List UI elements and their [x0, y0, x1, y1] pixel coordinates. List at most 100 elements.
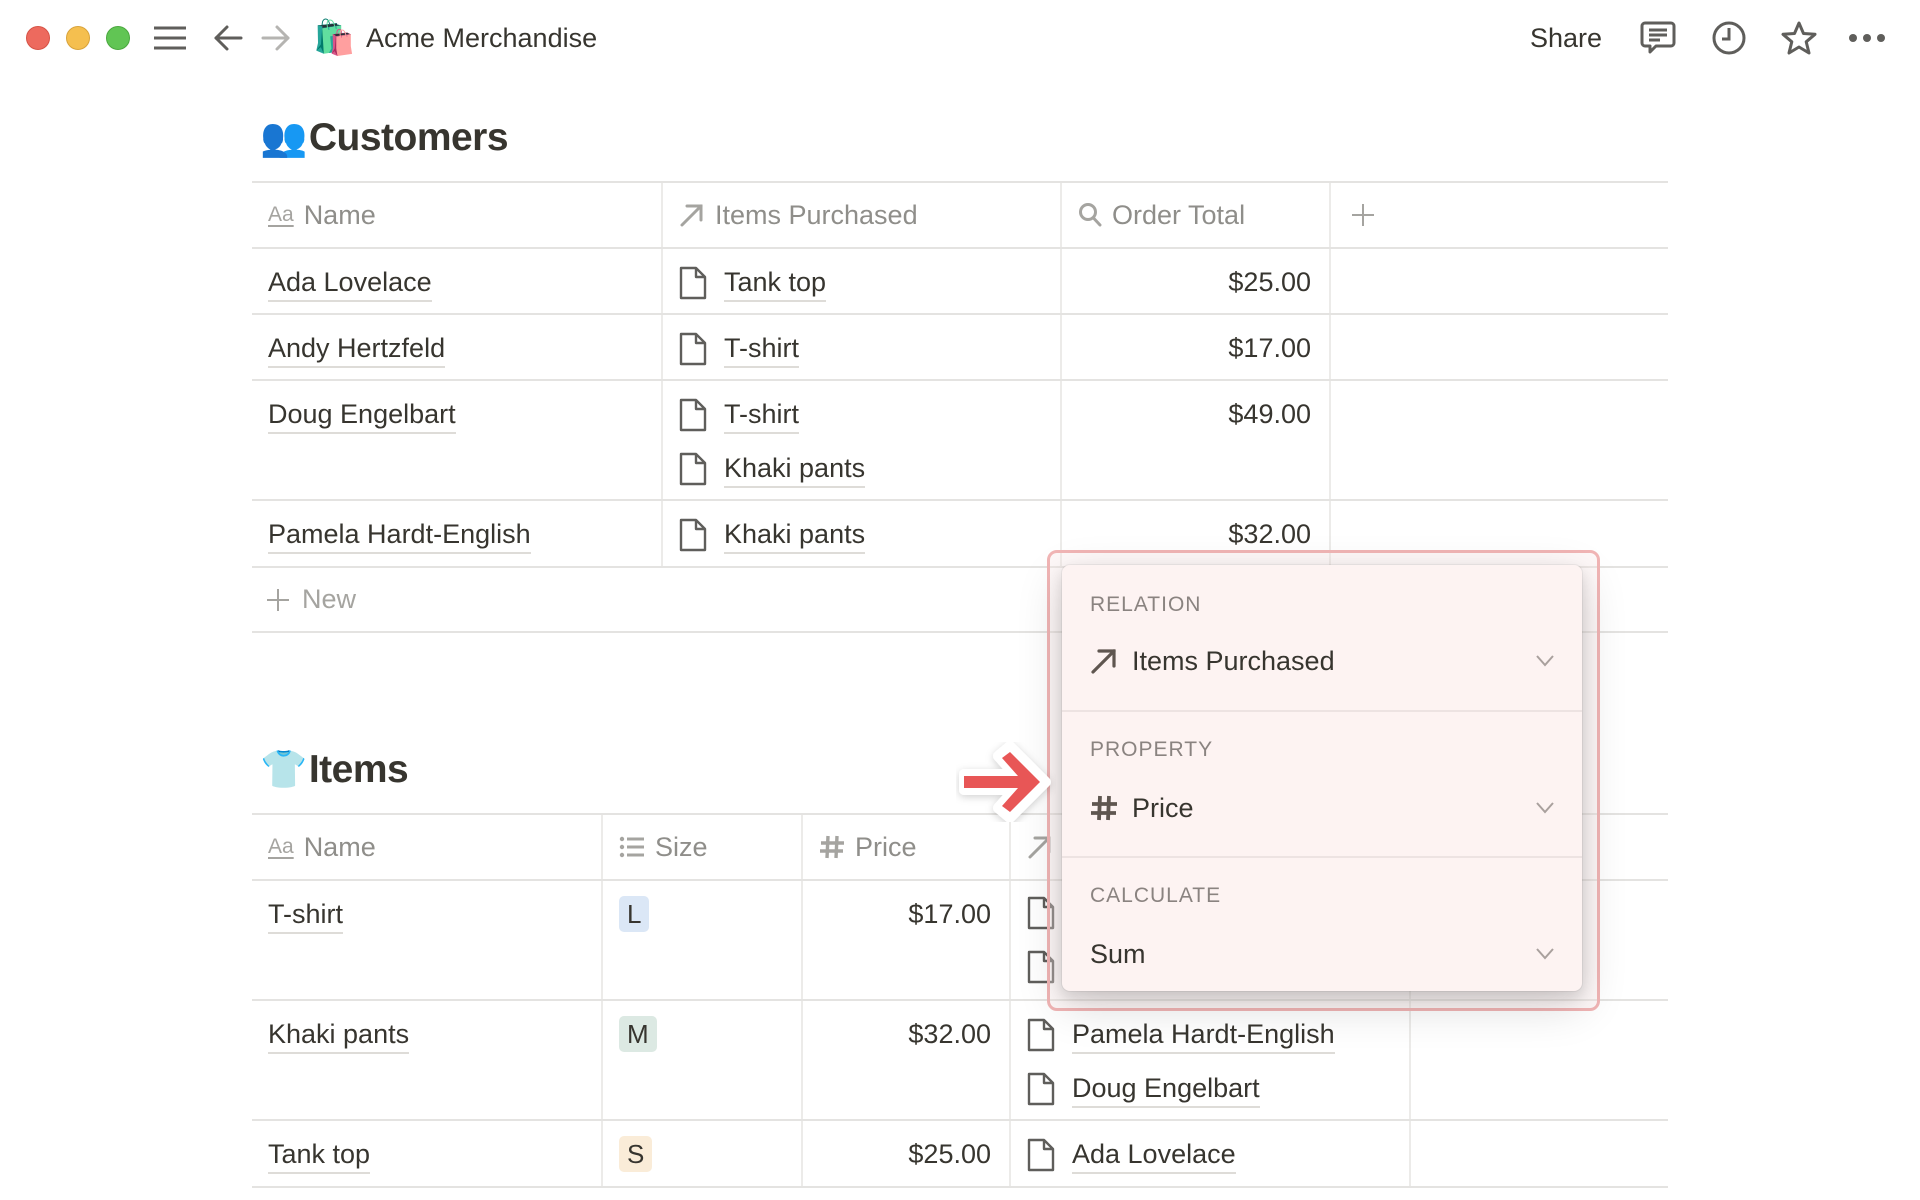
property-select[interactable]: Price [1090, 790, 1554, 826]
column-label: Items Purchased [715, 199, 918, 230]
relation-item[interactable]: T-shirt [679, 330, 800, 368]
items-purchased-cell[interactable]: T-shirt [663, 315, 1062, 379]
calculate-section: CALCULATE Sum [1062, 856, 1582, 991]
size-cell[interactable]: S [603, 1121, 803, 1186]
star-icon[interactable] [1779, 18, 1819, 58]
relation-arrow-icon [679, 202, 705, 228]
table-row[interactable]: Andy Hertzfeld T-shirt $17.00 [252, 315, 1668, 381]
order-total-value: $17.00 [1228, 333, 1311, 363]
relation-item[interactable]: Khaki pants [679, 516, 866, 554]
page-icon [679, 332, 707, 366]
name-cell[interactable]: T-shirt [252, 881, 603, 999]
name-cell[interactable]: Pamela Hardt-English [252, 501, 663, 566]
items-purchased-cell[interactable]: Tank top [663, 249, 1062, 313]
size-cell[interactable]: M [603, 1001, 803, 1119]
column-header-name[interactable]: Aa Name [252, 815, 603, 879]
page-icon [1027, 1072, 1055, 1106]
more-dots-icon[interactable] [1847, 18, 1887, 58]
relation-item[interactable]: Doug Engelbart [1027, 1070, 1260, 1108]
customers-emoji-icon: 👥 [260, 117, 307, 159]
items-purchased-cell[interactable]: Khaki pants [663, 501, 1062, 566]
close-window-button[interactable] [26, 26, 50, 50]
name-cell[interactable]: Tank top [252, 1121, 603, 1186]
price-cell[interactable]: $32.00 [803, 1001, 1011, 1119]
customers-database-title[interactable]: 👥 Customers [260, 114, 509, 162]
page-icon [679, 398, 707, 432]
forward-arrow-icon[interactable] [258, 20, 294, 56]
relation-item-label: Khaki pants [724, 516, 866, 554]
size-cell[interactable]: L [603, 881, 803, 999]
hamburger-icon[interactable] [150, 20, 190, 56]
price-value: $25.00 [908, 1139, 991, 1169]
price-cell[interactable]: $25.00 [803, 1121, 1011, 1186]
empty-cell[interactable] [1411, 1121, 1668, 1186]
calculate-value: Sum [1090, 939, 1146, 969]
page-icon [1027, 1138, 1055, 1172]
column-label: Name [303, 831, 376, 862]
table-row[interactable]: Doug Engelbart T-shirt Khaki pants $49.0… [252, 381, 1668, 501]
customers-relation-cell[interactable]: Pamela Hardt-English Doug Engelbart [1011, 1001, 1411, 1119]
relation-item[interactable]: T-shirt [679, 396, 800, 434]
page-title-breadcrumb[interactable]: Acme Merchandise [366, 20, 597, 56]
relation-arrow-icon [1090, 647, 1118, 675]
items-database-title[interactable]: 👕 Items [260, 746, 409, 794]
name-cell[interactable]: Khaki pants [252, 1001, 603, 1119]
empty-cell[interactable] [1331, 249, 1668, 313]
property-label: PROPERTY [1090, 738, 1214, 761]
chevron-down-icon[interactable] [1536, 802, 1554, 814]
size-tag: S [619, 1136, 653, 1172]
page-icon[interactable]: 🛍️ [313, 18, 355, 58]
relation-select[interactable]: Items Purchased [1090, 643, 1554, 679]
relation-item[interactable]: Pamela Hardt-English [1027, 1016, 1335, 1054]
calculate-select[interactable]: Sum [1090, 936, 1554, 972]
customers-header-row: Aa Name Items Purchased Order Total [252, 181, 1668, 249]
customer-name[interactable]: Pamela Hardt-English [268, 516, 531, 554]
name-cell[interactable]: Doug Engelbart [252, 381, 663, 499]
table-row[interactable]: Khaki pants M $32.00 Pamela Hardt-Englis… [252, 1001, 1668, 1121]
name-cell[interactable]: Ada Lovelace [252, 249, 663, 313]
item-name[interactable]: Tank top [268, 1136, 371, 1174]
table-row[interactable]: Tank top S $25.00 Ada Lovelace [252, 1121, 1668, 1188]
column-header-size[interactable]: Size [603, 815, 803, 879]
size-tag: M [619, 1016, 657, 1052]
comment-icon[interactable] [1638, 18, 1678, 58]
chevron-down-icon[interactable] [1536, 655, 1554, 667]
add-property-button[interactable] [1331, 183, 1668, 247]
customer-name[interactable]: Doug Engelbart [268, 396, 456, 434]
relation-section: RELATION Items Purchased [1062, 565, 1582, 710]
back-arrow-icon[interactable] [210, 20, 246, 56]
relation-item[interactable]: Khaki pants [679, 450, 866, 488]
share-button[interactable]: Share [1530, 20, 1602, 56]
column-header-items-purchased[interactable]: Items Purchased [663, 183, 1062, 247]
chevron-down-icon[interactable] [1536, 948, 1554, 960]
relation-item[interactable]: Ada Lovelace [1027, 1136, 1236, 1174]
order-total-cell[interactable]: $17.00 [1062, 315, 1331, 379]
customers-relation-cell[interactable]: Ada Lovelace [1011, 1121, 1411, 1186]
customer-name[interactable]: Andy Hertzfeld [268, 330, 446, 368]
item-name[interactable]: Khaki pants [268, 1016, 410, 1054]
column-header-name[interactable]: Aa Name [252, 183, 663, 247]
title-aa-icon: Aa [268, 203, 294, 226]
property-value: Price [1132, 793, 1194, 823]
order-total-value: $49.00 [1228, 399, 1311, 429]
item-name[interactable]: T-shirt [268, 896, 344, 934]
price-cell[interactable]: $17.00 [803, 881, 1011, 999]
items-purchased-cell[interactable]: T-shirt Khaki pants [663, 381, 1062, 499]
history-clock-icon[interactable] [1709, 18, 1749, 58]
customer-name[interactable]: Ada Lovelace [268, 264, 432, 302]
empty-cell[interactable] [1331, 381, 1668, 499]
name-cell[interactable]: Andy Hertzfeld [252, 315, 663, 379]
minimize-window-button[interactable] [66, 26, 90, 50]
price-value: $17.00 [908, 899, 991, 929]
annotation-arrow-icon [956, 741, 1056, 827]
page-icon [679, 452, 707, 486]
order-total-cell[interactable]: $25.00 [1062, 249, 1331, 313]
empty-cell[interactable] [1411, 1001, 1668, 1119]
order-total-cell[interactable]: $49.00 [1062, 381, 1331, 499]
empty-cell[interactable] [1331, 315, 1668, 379]
table-row[interactable]: Ada Lovelace Tank top $25.00 [252, 249, 1668, 315]
column-header-order-total[interactable]: Order Total [1062, 183, 1331, 247]
relation-item[interactable]: Tank top [679, 264, 827, 302]
maximize-window-button[interactable] [106, 26, 130, 50]
relation-value: Items Purchased [1132, 646, 1335, 676]
